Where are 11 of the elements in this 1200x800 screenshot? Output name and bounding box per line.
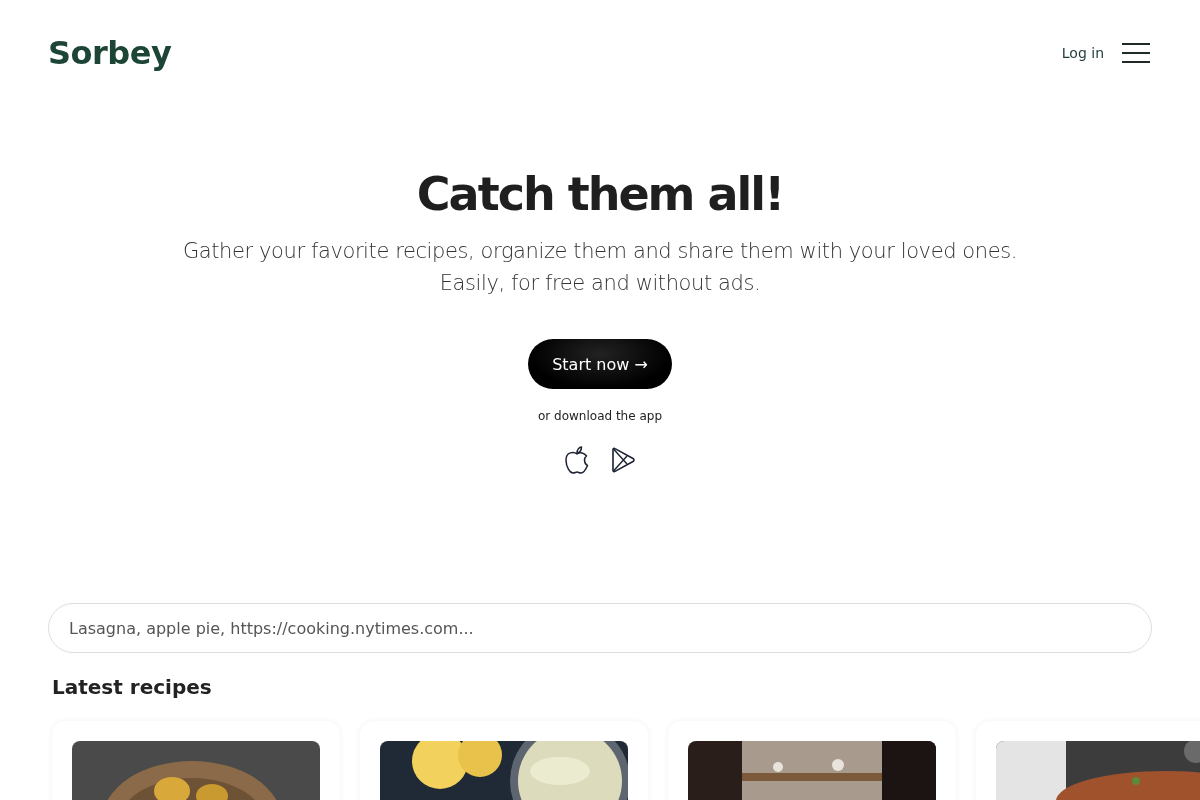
- start-button[interactable]: Start now →: [528, 339, 672, 389]
- logo[interactable]: Sorbey: [48, 34, 172, 72]
- search-field[interactable]: Lasagna, apple pie, https://cooking.nytimes.com...: [48, 603, 1152, 653]
- play-store-icon[interactable]: [610, 447, 636, 473]
- menu-icon[interactable]: [1122, 43, 1150, 63]
- download-text: or download the app: [538, 409, 662, 423]
- hero-subtitle: Gather your favorite recipes, organize them and share them with your loved ones. Easily, for free and without ads.: [181, 238, 1019, 297]
- apple-icon[interactable]: [564, 445, 590, 475]
- section-title: Latest recipes: [52, 675, 213, 699]
- hero-title: Catch them all!: [416, 167, 784, 221]
- login-link[interactable]: Log in: [1061, 45, 1104, 61]
